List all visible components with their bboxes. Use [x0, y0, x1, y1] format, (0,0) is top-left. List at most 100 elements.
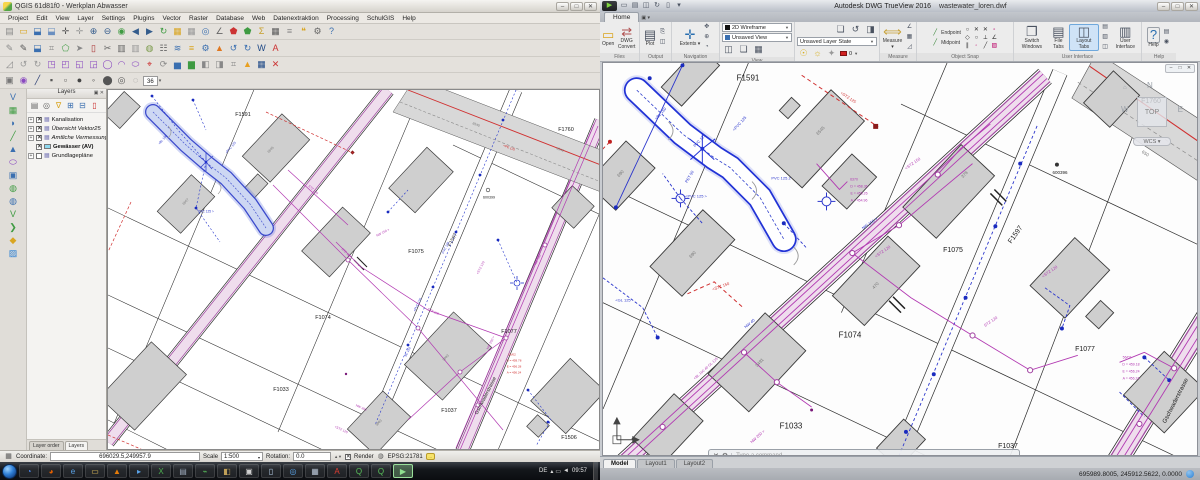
- expand-all-icon[interactable]: ⊞: [65, 100, 76, 111]
- rotation-spinner[interactable]: ▲▼: [334, 454, 342, 459]
- db-manager-icon[interactable]: ☷: [157, 42, 170, 55]
- crs-globe-icon[interactable]: ◍: [377, 453, 385, 461]
- grid-tool-icon[interactable]: ⌗: [227, 58, 240, 71]
- view-grid-icon[interactable]: ▦: [752, 43, 765, 56]
- ribbon-toggle-icon[interactable]: ▣ ▾: [641, 15, 650, 22]
- filter-legend-icon[interactable]: ∇: [53, 100, 64, 111]
- cad-square-icon[interactable]: ▪: [45, 74, 58, 87]
- attribute-table-icon[interactable]: ▦: [269, 25, 282, 38]
- qat-pagesetup-icon[interactable]: ▯: [663, 1, 673, 11]
- zoom-next-icon[interactable]: ▶: [143, 25, 156, 38]
- ribbon-minimize-icon[interactable]: ▤: [1101, 23, 1110, 32]
- cad-enable-icon[interactable]: ▣: [3, 74, 16, 87]
- taskbar-network-tool[interactable]: ⌁: [195, 464, 215, 478]
- taskbar-dwg-trueview[interactable]: ▶: [393, 464, 413, 478]
- maximize-button[interactable]: □: [570, 2, 583, 11]
- cad-dot2-icon[interactable]: ◦: [87, 74, 100, 87]
- close-button[interactable]: ✕: [1185, 2, 1198, 11]
- taskbar-remote-tool[interactable]: ▦: [305, 464, 325, 478]
- menu-project[interactable]: Project: [4, 15, 32, 22]
- add-feature-icon[interactable]: ⬠: [59, 42, 72, 55]
- new-project-icon[interactable]: ▤: [3, 25, 16, 38]
- measure-button[interactable]: ⟺Measure ▾: [882, 25, 903, 50]
- open-button[interactable]: ▭Open: [602, 28, 614, 48]
- vertex-tool-icon[interactable]: ⌗: [45, 42, 58, 55]
- save-edits-icon[interactable]: ⬓: [31, 42, 44, 55]
- qgis-map-canvas[interactable]: F1591F1760F1075F1074F1077F1033F1037F1506…: [107, 89, 600, 450]
- zoom-in-icon[interactable]: ⊕: [87, 25, 100, 38]
- minimize-button[interactable]: ‒: [1157, 2, 1170, 11]
- raster-fire-icon[interactable]: ▲: [241, 58, 254, 71]
- layer-lock-icon[interactable]: ✦: [825, 47, 838, 60]
- add-spatialite-icon[interactable]: ⬭: [6, 156, 20, 169]
- menu-schulgis[interactable]: SchulGIS: [363, 15, 398, 22]
- minimize-button[interactable]: ‒: [556, 2, 569, 11]
- digitize-rect-icon[interactable]: ◳: [45, 58, 58, 71]
- measure-dist-icon[interactable]: ∠: [905, 23, 914, 32]
- menu-help[interactable]: Help: [398, 15, 419, 22]
- add-wcs-icon[interactable]: ◍: [6, 195, 20, 208]
- clock[interactable]: 09:57: [572, 468, 587, 474]
- zoom-last-icon[interactable]: ◀: [129, 25, 142, 38]
- menu-edit[interactable]: Edit: [32, 15, 51, 22]
- digitize-rect3-icon[interactable]: ◱: [73, 58, 86, 71]
- layer-isolate-icon[interactable]: ◨: [864, 23, 877, 36]
- open-project-icon[interactable]: ▭: [17, 25, 30, 38]
- layer-item-kanalisation[interactable]: +✕▦Kanalisation: [28, 115, 105, 124]
- deselect-icon[interactable]: ▦: [185, 25, 198, 38]
- stats-bar-icon[interactable]: ▅: [171, 58, 184, 71]
- close-button[interactable]: ✕: [584, 2, 597, 11]
- menu-layer[interactable]: Layer: [73, 15, 97, 22]
- digitize-arc-icon[interactable]: ◠: [115, 58, 128, 71]
- qgis-title-bar[interactable]: QGIS 61d81f0 - Werkplan Abwasser ‒□✕: [0, 0, 600, 13]
- add-wms-icon[interactable]: ◍: [6, 182, 20, 195]
- add-postgis-icon[interactable]: ▲: [6, 143, 20, 156]
- taskbar-internet-explorer[interactable]: e: [63, 464, 83, 478]
- digitize-dropdown-icon[interactable]: ▾: [159, 78, 162, 84]
- undo-icon[interactable]: ↺: [227, 42, 240, 55]
- measure-area-icon[interactable]: ▦: [905, 33, 914, 42]
- add-wfs-icon[interactable]: V: [6, 208, 20, 221]
- split-right-icon[interactable]: ◨: [213, 58, 226, 71]
- new-gpkg-icon[interactable]: ◆: [6, 234, 20, 247]
- chart-bar-icon[interactable]: ▆: [185, 58, 198, 71]
- paper-space-toggle-icon[interactable]: [1186, 470, 1194, 478]
- pan-icon[interactable]: ✥: [702, 23, 711, 32]
- rotate-feature-icon[interactable]: ⟳: [157, 58, 170, 71]
- snap-center-icon[interactable]: ○: [963, 26, 972, 34]
- layer-on-icon[interactable]: ☉: [797, 47, 810, 60]
- taskbar-qgis-a[interactable]: Q: [349, 464, 369, 478]
- help-info-icon[interactable]: ◉: [1162, 38, 1171, 47]
- collapse-all-icon[interactable]: ⊟: [77, 100, 88, 111]
- save-project-icon[interactable]: ⬓: [31, 25, 44, 38]
- measure-angle-icon[interactable]: ◿: [905, 43, 914, 52]
- viewcube-east[interactable]: E: [1178, 105, 1183, 114]
- coordinate-input[interactable]: 696029.5,249957.9: [50, 452, 200, 461]
- qat-plot-icon[interactable]: ▤: [630, 1, 640, 11]
- taskbar-usb-tool[interactable]: ▤: [173, 464, 193, 478]
- identify-features-icon[interactable]: ◎: [199, 25, 212, 38]
- add-mssql-icon[interactable]: ▣: [6, 169, 20, 182]
- menu-processing[interactable]: Processing: [323, 15, 363, 22]
- digitize-rect4-icon[interactable]: ◲: [87, 58, 100, 71]
- batch-plot-icon[interactable]: ⎘: [658, 28, 667, 37]
- processing-toolbox-icon[interactable]: ⚙: [199, 42, 212, 55]
- plot-button[interactable]: ▤Plot: [644, 28, 656, 48]
- layer-match-icon[interactable]: ❏: [834, 23, 847, 36]
- cad-spiral-icon[interactable]: ◌: [129, 74, 142, 87]
- layer-item--bersicht-vektor25[interactable]: +✕▦Übersicht Vektor25: [28, 124, 105, 133]
- endpoint-snap-button[interactable]: ╱Endpoint: [931, 29, 961, 37]
- menu-web[interactable]: Web: [248, 15, 269, 22]
- file-tabs-button[interactable]: ▤File Tabs: [1050, 25, 1067, 50]
- map-tips-icon[interactable]: ❝: [297, 25, 310, 38]
- layer-freeze-icon[interactable]: ☼: [811, 47, 824, 60]
- edit-pencil-icon[interactable]: ✎: [17, 42, 30, 55]
- new-shapefile-icon[interactable]: ◿: [3, 58, 16, 71]
- menu-raster[interactable]: Raster: [185, 15, 212, 22]
- show-desktop-button[interactable]: [593, 462, 598, 480]
- layer-item-amtliche-vermessung[interactable]: +✕▦Amtliche Vermessung: [28, 133, 105, 142]
- taskbar-photo-tool[interactable]: ◧: [217, 464, 237, 478]
- help-button[interactable]: ?Help: [1147, 27, 1160, 49]
- snap-quadrant-icon[interactable]: ✕: [981, 26, 990, 34]
- snap-app-icon[interactable]: ∠: [990, 34, 999, 42]
